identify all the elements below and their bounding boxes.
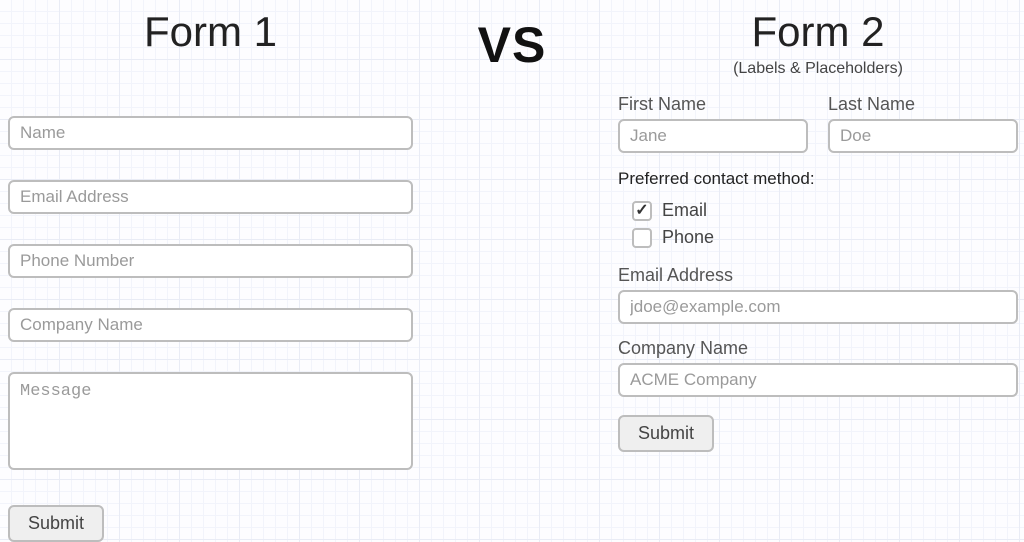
form2-contact-option-phone[interactable]: Phone (618, 224, 1018, 251)
checkbox-unchecked-icon[interactable] (632, 228, 652, 248)
form1-name-input[interactable] (8, 116, 413, 150)
form2-contact-option-email[interactable]: Email (618, 197, 1018, 224)
checkbox-checked-icon[interactable] (632, 201, 652, 221)
form2-submit-button[interactable]: Submit (618, 415, 714, 452)
form1-email-input[interactable] (8, 180, 413, 214)
form2-first-name-label: First Name (618, 94, 808, 115)
form2-contact-option-phone-label: Phone (662, 227, 714, 248)
form2-email-input[interactable] (618, 290, 1018, 324)
form1-submit-button[interactable]: Submit (8, 505, 104, 542)
form2-first-name-input[interactable] (618, 119, 808, 153)
form2-title: Form 2 (618, 8, 1018, 56)
form2-last-name-input[interactable] (828, 119, 1018, 153)
form1-title: Form 1 (8, 8, 413, 56)
form1-company-input[interactable] (8, 308, 413, 342)
form2-contact-option-email-label: Email (662, 200, 707, 221)
form2-container: Form 2 (Labels & Placeholders) First Nam… (618, 0, 1018, 452)
form1-phone-input[interactable] (8, 244, 413, 278)
form1-container: Form 1 Submit (8, 0, 413, 542)
form2-last-name-label: Last Name (828, 94, 1018, 115)
form2-email-label: Email Address (618, 265, 1018, 286)
form2-contact-method-label: Preferred contact method: (618, 169, 1018, 189)
form2-company-label: Company Name (618, 338, 1018, 359)
form2-subtitle: (Labels & Placeholders) (618, 60, 1018, 78)
form1-message-textarea[interactable] (8, 372, 413, 470)
form2-company-input[interactable] (618, 363, 1018, 397)
